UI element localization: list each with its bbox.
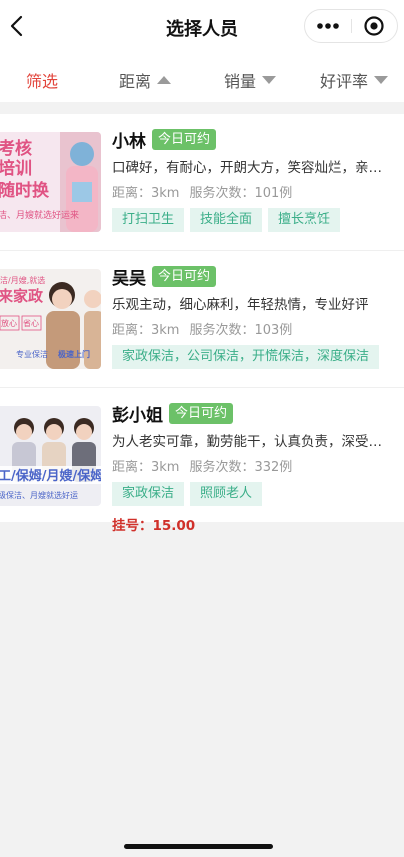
thumb-text: 随时换 [0,180,50,201]
filter-bar: 筛选 距离 销量 好评率 [0,52,404,102]
worker-distance: 距离：3km [112,186,180,201]
thumb-text: 洁、月嫂就选好运来 [0,209,79,221]
close-button[interactable] [351,10,397,42]
worker-meta: 距离：3km 服务次数：101例 [112,182,394,201]
mini-program-capsule [304,9,398,43]
home-indicator [124,844,273,849]
sort-sales-button[interactable]: 销量 [224,68,277,92]
sort-down-icon [262,76,277,84]
sort-rating-button[interactable]: 好评率 [320,68,389,92]
thumb-text: 考核 [0,138,32,159]
worker-name: 彭小姐 [112,405,163,426]
skill-tag: 打扫卫生 [112,208,185,232]
thumb-text: 级保洁、月嫂就选好运 [0,490,78,500]
thumb-text: 培训 [0,158,32,179]
availability-badge: 今日可约 [169,402,234,424]
thumb-text: 省心 [23,318,39,328]
target-close-icon [364,16,384,36]
worker-meta: 距离：3km 服务次数：332例 [112,456,394,475]
worker-service-count: 服务次数：332例 [189,460,293,475]
skill-tags: 家政保洁 照顾老人 [112,482,394,506]
worker-card[interactable]: 工/保姆/月嫂/保姆 级保洁、月嫂就选好运 彭小姐 今日可约 为人老实可靠，勤劳… [0,388,404,534]
thumb-text: 极速上门 [58,349,90,359]
more-button[interactable] [305,10,351,42]
registration-fee: 挂号：15.00 [112,518,196,534]
worker-list: 考核 培训 随时换 洁、月嫂就选好运来 小林 今日可约 口碑好，有耐心，开朗大方… [0,114,404,534]
worker-description: 为人老实可靠，勤劳能干，认真负责，深受客… [112,434,394,450]
worker-description: 乐观主动，细心麻利，年轻热情，专业好评 [112,297,369,313]
sort-down-icon [374,76,389,84]
more-dots-icon [317,23,339,29]
worker-card[interactable]: 洁/月嫂,就选 来家政 放心 省心 专业保洁 极速上门 吴吴 今日可约 乐观主动… [0,251,404,388]
worker-service-count: 服务次数：101例 [189,186,293,201]
worker-description: 口碑好，有耐心，开朗大方，笑容灿烂，亲和… [112,160,394,176]
thumb-text: 来家政 [0,287,44,305]
worker-name: 小林 [112,131,146,152]
sort-sales-label: 销量 [224,72,257,91]
worker-distance: 距离：3km [112,460,180,475]
worker-photo: 洁/月嫂,就选 来家政 放心 省心 专业保洁 极速上门 [0,269,101,369]
worker-distance: 距离：3km [112,323,180,338]
thumb-text: 放心 [1,318,17,328]
worker-photo: 工/保姆/月嫂/保姆 级保洁、月嫂就选好运 [0,406,101,506]
worker-meta: 距离：3km 服务次数：103例 [112,319,394,338]
sort-rating-label: 好评率 [320,72,369,91]
thumb-text: 专业保洁 [16,349,48,359]
skill-tag: 家政保洁，公司保洁，开慌保洁，深度保洁 [112,345,380,369]
sort-distance-label: 距离 [119,72,152,91]
thumb-text: 洁/月嫂,就选 [0,275,45,285]
worker-service-count: 服务次数：103例 [189,323,293,338]
skill-tags: 家政保洁，公司保洁，开慌保洁，深度保洁 [112,345,394,369]
thumb-text: 工/保姆/月嫂/保姆 [0,468,101,484]
availability-badge: 今日可约 [152,128,217,150]
filter-button[interactable]: 筛选 [26,68,58,92]
availability-badge: 今日可约 [152,265,217,287]
sort-up-icon [157,76,172,84]
worker-photo: 考核 培训 随时换 洁、月嫂就选好运来 [0,132,101,232]
skill-tag: 家政保洁 [112,482,185,506]
skill-tags: 打扫卫生 技能全面 擅长烹饪 [112,208,394,232]
worker-name: 吴吴 [112,268,146,289]
skill-tag: 技能全面 [190,208,263,232]
filter-label: 筛选 [26,72,59,91]
skill-tag: 照顾老人 [190,482,263,506]
worker-card[interactable]: 考核 培训 随时换 洁、月嫂就选好运来 小林 今日可约 口碑好，有耐心，开朗大方… [0,114,404,251]
nav-header: 选择人员 [0,0,404,52]
sort-distance-button[interactable]: 距离 [119,68,172,92]
skill-tag: 擅长烹饪 [268,208,341,232]
